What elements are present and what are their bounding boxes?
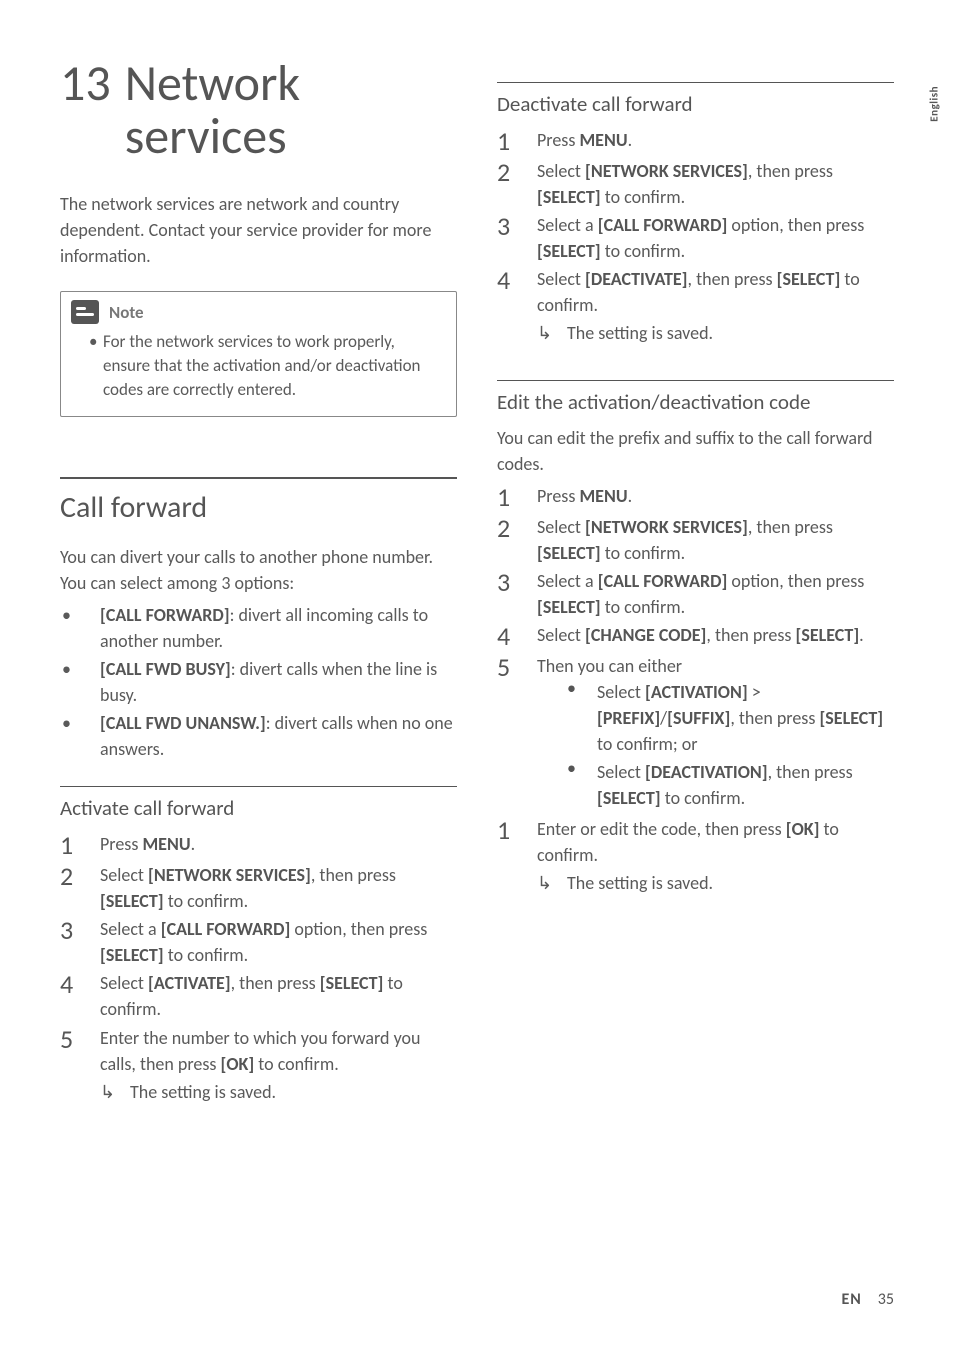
chapter-number: 13 bbox=[60, 58, 125, 163]
footer-lang: EN bbox=[841, 1290, 861, 1309]
note-label: Note bbox=[109, 302, 144, 323]
activate-steps: 1Press MENU. 2Select [NETWORK SERVICES],… bbox=[60, 831, 457, 1104]
result-arrow-icon: ↳ bbox=[100, 1079, 130, 1105]
result-line: ↳The setting is saved. bbox=[497, 870, 894, 896]
note-text: For the network services to work properl… bbox=[103, 330, 442, 401]
subsection-deactivate: Deactivate call forward bbox=[497, 82, 894, 117]
edit-code-steps: 1Press MENU. 2Select [NETWORK SERVICES],… bbox=[497, 483, 894, 895]
deactivate-steps: 1Press MENU. 2Select [NETWORK SERVICES],… bbox=[497, 127, 894, 346]
bullet-dot: • bbox=[89, 330, 103, 401]
footer-page-number: 35 bbox=[878, 1290, 894, 1309]
call-forward-options: • [CALL FORWARD]: divert all incoming ca… bbox=[60, 602, 457, 763]
right-column: Deactivate call forward 1Press MENU. 2Se… bbox=[497, 58, 894, 1105]
result-line: ↳The setting is saved. bbox=[497, 320, 894, 346]
note-icon bbox=[71, 300, 99, 324]
page-content: 13 Network services The network services… bbox=[0, 0, 954, 1105]
result-arrow-icon: ↳ bbox=[537, 870, 567, 896]
section-call-forward: Call forward bbox=[60, 477, 457, 526]
subsection-edit-code: Edit the activation/deactivation code bbox=[497, 380, 894, 415]
edit-code-intro: You can edit the prefix and suffix to th… bbox=[497, 425, 894, 477]
call-forward-intro: You can divert your calls to another pho… bbox=[60, 544, 457, 596]
subsection-activate: Activate call forward bbox=[60, 786, 457, 821]
left-column: 13 Network services The network services… bbox=[60, 58, 457, 1105]
language-tab: English bbox=[928, 86, 941, 122]
chapter-intro: The network services are network and cou… bbox=[60, 191, 457, 269]
page-footer: EN 35 bbox=[841, 1290, 894, 1309]
result-arrow-icon: ↳ bbox=[537, 320, 567, 346]
note-box: Note • For the network services to work … bbox=[60, 291, 457, 416]
list-item: • [CALL FWD UNANSW.]: divert calls when … bbox=[60, 710, 457, 762]
chapter-title: 13 Network services bbox=[60, 58, 457, 163]
edit-code-subbullets: •Select [ACTIVATION] > [PREFIX]/[SUFFIX]… bbox=[537, 679, 894, 811]
result-line: ↳The setting is saved. bbox=[60, 1079, 457, 1105]
list-item: • [CALL FWD BUSY]: divert calls when the… bbox=[60, 656, 457, 708]
list-item: • [CALL FORWARD]: divert all incoming ca… bbox=[60, 602, 457, 654]
chapter-name: Network services bbox=[125, 58, 457, 163]
